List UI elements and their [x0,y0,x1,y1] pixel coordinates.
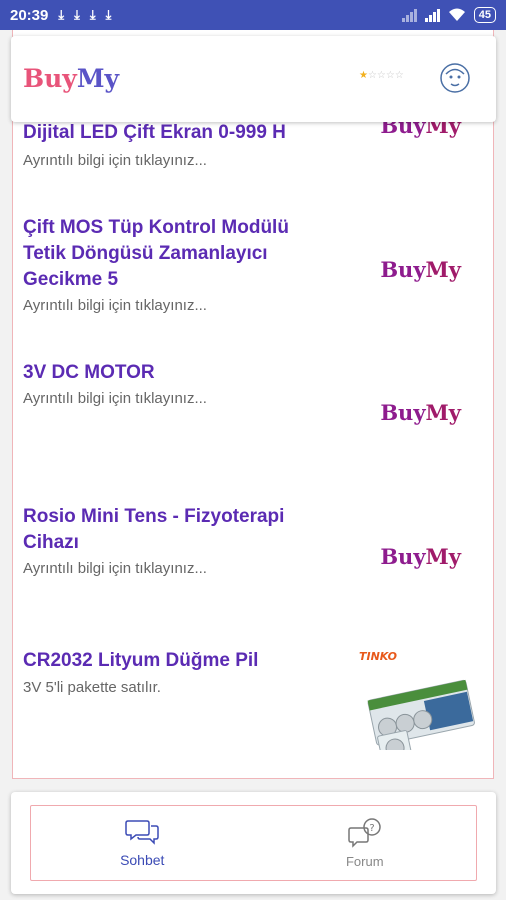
tab-label: Forum [345,853,384,869]
item-subtitle: Ayrıntılı bilgi için tıklayınız... [23,152,207,169]
signal-icon [424,8,440,22]
tab-label: Sohbet [120,852,165,868]
battery-pack-image: TINKO [359,650,479,750]
forum-question-icon: ? [348,817,381,848]
item-title: Çift MOS Tüp Kontrol Modülü Tetik Döngüs… [23,217,289,290]
tab-sohbet[interactable]: Sohbet [31,806,254,880]
star-icon: ★ [359,70,368,81]
signal-icon [401,8,417,22]
star-icon: ☆☆☆☆ [367,70,404,81]
item-title: Rosio Mini Tens - Fizyoterapi Cihazı [23,506,285,553]
wifi-icon [448,8,465,21]
item-title: 3V DC MOTOR [23,362,155,383]
battery-icon: 45 [473,7,496,23]
svg-text:?: ? [369,823,374,834]
item-subtitle: Ayrıntılı bilgi için tıklayınız... [23,390,207,407]
download-icon: ⤓ [89,7,96,22]
download-icon: ⤓ [58,7,65,22]
profile-avatar-icon[interactable] [439,62,471,94]
product-list[interactable]: Dijital LED Çift Ekran 0-999 H Ayrıntılı… [12,30,494,779]
status-bar: 20:39 ⤓ ⤓ ⤓ ⤓ 45 [0,0,506,30]
item-title: CR2032 Lityum Düğme Pil [23,650,259,671]
bottom-navigation: Sohbet ? Forum [11,792,496,894]
status-time: 20:39 [10,6,49,24]
item-subtitle: Ayrıntılı bilgi için tıklayınız... [23,560,207,577]
download-icon: ⤓ [105,7,112,22]
bottom-nav-inner: Sohbet ? Forum [30,805,477,881]
rating-stars[interactable]: ★☆☆☆☆ [359,70,404,81]
item-title: Dijital LED Çift Ekran 0-999 H [23,122,286,143]
chat-bubbles-icon [125,820,159,845]
item-logo: BuyMy [380,544,461,569]
item-logo: BuyMy [380,257,461,282]
app-logo: BuyMy [23,64,120,93]
item-subtitle: Ayrıntılı bilgi için tıklayınız... [23,297,207,314]
app-header: BuyMy ★☆☆☆☆ [11,36,496,122]
tab-forum[interactable]: ? Forum [254,806,477,880]
download-icon: ⤓ [74,7,80,22]
item-logo: BuyMy [380,400,461,425]
item-subtitle: 3V 5'li pakette satılır. [23,679,161,696]
